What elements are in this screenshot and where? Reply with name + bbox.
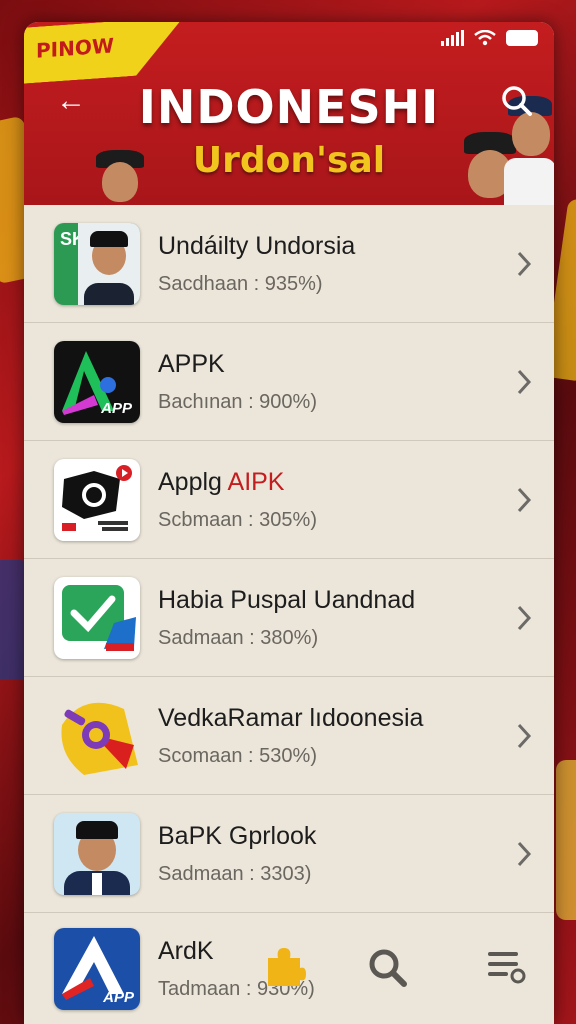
- chevron-right-icon: [517, 723, 532, 748]
- app-name: APPK: [158, 349, 225, 378]
- puzzle-icon[interactable]: [262, 944, 306, 988]
- bottom-bar: APP ArdK Tadmaan : 930%): [24, 914, 554, 1024]
- list-item[interactable]: Habia Puspal Uandnad Sadmaan : 380%): [24, 559, 554, 677]
- app-icon: [54, 695, 140, 777]
- chevron-right-icon: [517, 251, 532, 276]
- app-icon: APP: [54, 340, 140, 423]
- background-decor: [556, 760, 576, 920]
- app-meta: Scbmaan : 305%): [158, 508, 317, 531]
- list-item[interactable]: VedkaRamar lıdoonesia Scomaan : 530%): [24, 677, 554, 795]
- app-name: Applg AIPK: [158, 467, 285, 496]
- app-icon[interactable]: APP: [54, 928, 140, 1010]
- app-icon: [54, 576, 140, 659]
- chevron-right-icon: [517, 369, 532, 394]
- app-icon: SK: [54, 222, 140, 305]
- chevron-right-icon: [517, 605, 532, 630]
- status-bar: [441, 30, 538, 46]
- chevron-right-icon: [517, 487, 532, 512]
- chevron-right-icon: [517, 841, 532, 866]
- promo-ribbon: PINOW: [24, 22, 184, 84]
- app-icon-label: APP: [103, 989, 134, 1006]
- signal-icon: [441, 30, 464, 46]
- list-item[interactable]: SK Undáilty Undorsia Sacdhaan : 935%): [24, 205, 554, 323]
- app-meta: Sadmaan : 380%): [158, 626, 319, 649]
- app-name: VedkaRamar lıdoonesia: [158, 703, 424, 732]
- app-name: BaPK Gprlook: [158, 821, 317, 850]
- app-name: Undáilty Undorsia: [158, 231, 356, 260]
- menu-list-icon[interactable]: [484, 944, 528, 988]
- app-icon: [54, 458, 140, 541]
- page-subtitle: Urdon'sal: [192, 140, 386, 181]
- magnifier-icon[interactable]: [364, 944, 408, 988]
- list-item[interactable]: BaPK Gprlook Sadmaan : 3303): [24, 795, 554, 913]
- app-meta: Scomaan : 530%): [158, 744, 317, 767]
- list-item[interactable]: APP APPK Bachınan : 900%): [24, 323, 554, 441]
- app-header: PINOW ← INDONESHI Urdon'sal: [24, 22, 554, 205]
- app-meta: Sacdhaan : 935%): [158, 272, 323, 295]
- phone-screen: PINOW ← INDONESHI Urdon'sal SK Undáilty …: [24, 22, 554, 1024]
- battery-icon: [506, 30, 538, 46]
- app-list: SK Undáilty Undorsia Sacdhaan : 935%) AP…: [24, 205, 554, 913]
- app-name: Habia Puspal Uandnad: [158, 585, 416, 614]
- app-icon: [54, 812, 140, 895]
- app-meta: Sadmaan : 3303): [158, 862, 312, 885]
- page-title: INDONESHI: [138, 80, 440, 134]
- app-meta: Bachınan : 900%): [158, 390, 317, 413]
- list-item[interactable]: Applg AIPK Scbmaan : 305%): [24, 441, 554, 559]
- wifi-icon: [474, 30, 496, 46]
- app-icon-label: APP: [101, 399, 132, 417]
